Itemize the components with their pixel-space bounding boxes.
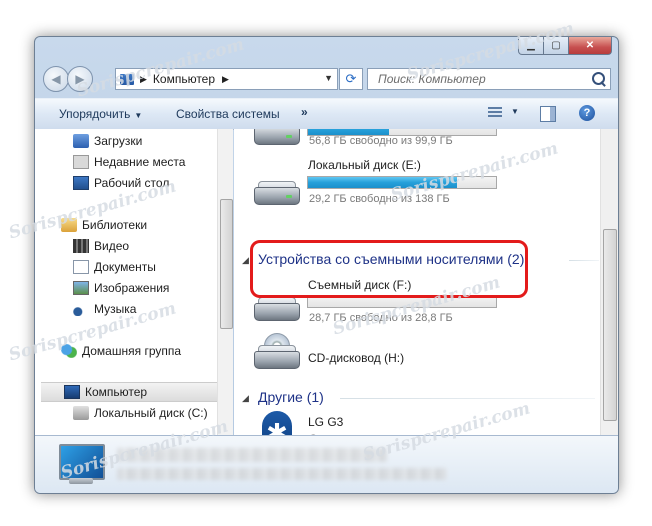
bluetooth-icon[interactable]: ✱ [262,411,292,435]
nav-item-label: Видео [94,239,130,253]
navigation-pane: Загрузки Недавние места Рабочий стол Биб… [35,129,233,435]
nav-item-label: Недавние места [94,155,186,169]
search-placeholder: Поиск: Компьютер [378,72,486,86]
chevron-down-icon: ▼ [134,111,143,120]
nav-item-label: Библиотеки [82,218,148,232]
forward-button[interactable]: ▶ [67,66,93,92]
nav-item-homegroup[interactable]: Домашняя группа [61,341,181,361]
caption-buttons: ▁ ▢ ✕ [518,37,612,55]
nav-item-music[interactable]: Музыка [73,299,136,319]
breadcrumb-separator-icon[interactable]: ▶ [140,74,147,85]
refresh-button[interactable]: ⟳ [339,68,363,90]
address-bar[interactable]: ▶ Компьютер ▶ ▼ [115,68,338,90]
nav-item-images[interactable]: Изображения [73,278,169,298]
nav-item-computer[interactable]: Компьютер [41,382,217,402]
desktop-icon [73,176,89,190]
back-button[interactable]: ◀ [43,66,69,92]
minimize-button[interactable]: ▁ [518,37,544,55]
nav-item-label: Рабочий стол [94,176,170,190]
removable-drive-icon[interactable] [254,297,300,321]
nav-item-downloads[interactable]: Загрузки [73,131,142,151]
details-pane [35,435,618,493]
libraries-icon [61,218,77,232]
organize-label: Упорядочить [59,107,131,121]
device-name[interactable]: LG G3 [308,415,343,429]
nav-item-desktop[interactable]: Рабочий стол [73,173,169,193]
nav-item-label: Изображения [94,281,170,295]
breadcrumb-separator-icon[interactable]: ▶ [222,74,229,85]
group-collapse-icon[interactable]: ◢ [242,255,249,266]
nav-item-label: Домашняя группа [82,344,182,358]
group-collapse-icon[interactable]: ◢ [242,393,249,404]
computer-monitor-icon [59,444,105,480]
view-dropdown-icon[interactable]: ▼ [511,107,519,116]
nav-item-libraries[interactable]: Библиотеки [61,215,147,235]
nav-item-label: Документы [94,260,156,274]
drive-free-space: 56,8 ГБ свободно из 99,9 ГБ [309,135,453,147]
hard-drive-icon[interactable] [254,129,300,145]
downloads-icon [73,134,89,148]
preview-pane-icon[interactable] [540,106,556,122]
nav-item-label: Загрузки [94,134,143,148]
organize-button[interactable]: Упорядочить ▼ [59,107,142,121]
recent-places-icon [73,155,89,169]
change-view-icon[interactable] [488,107,502,119]
nav-scroll-thumb[interactable] [220,199,233,329]
highlight-frame [250,240,528,298]
nav-item-documents[interactable]: Документы [73,257,156,277]
group-divider [569,260,599,261]
maximize-button[interactable]: ▢ [544,37,569,55]
arrow-right-icon: ▶ [75,72,85,86]
cd-drive-icon[interactable] [254,333,300,373]
drive-e-name[interactable]: Локальный диск (E:) [308,158,421,172]
group-divider [340,398,595,399]
nav-item-label: Музыка [94,302,137,316]
nav-scrollbar[interactable] [217,129,233,435]
drive-e-free-space: 29,2 ГБ свободно из 138 ГБ [309,193,450,205]
blurred-details [117,448,387,462]
nav-item-local-disk-c[interactable]: Локальный диск (C:) [73,403,208,423]
close-button[interactable]: ✕ [569,37,612,55]
computer-icon [64,385,80,399]
more-commands-button[interactable]: » [301,105,308,119]
nav-item-recent-places[interactable]: Недавние места [73,152,185,172]
video-icon [73,239,89,253]
drive-e-usage-bar [307,176,497,189]
monitor-stand [69,478,93,484]
content-scrollbar[interactable] [600,129,618,435]
nav-item-label: Компьютер [85,385,148,399]
command-bar: Упорядочить ▼ Свойства системы » ▼ ? [35,98,618,130]
refresh-icon: ⟳ [345,71,357,86]
music-icon [73,302,89,316]
content-scroll-thumb[interactable] [603,229,617,421]
system-properties-button[interactable]: Свойства системы [176,107,280,121]
documents-icon [73,260,89,274]
computer-icon [120,73,134,85]
address-dropdown-icon[interactable]: ▼ [324,73,333,83]
hard-drive-icon [73,406,89,420]
drive-f-free-space: 28,7 ГБ свободно из 28,8 ГБ [309,312,453,324]
drive-h-name[interactable]: CD-дисковод (H:) [308,351,404,365]
nav-item-label: Локальный диск (C:) [94,406,208,420]
arrow-left-icon: ◀ [51,72,61,86]
search-icon[interactable] [592,72,605,85]
breadcrumb-computer[interactable]: Компьютер [153,72,215,86]
nav-item-video[interactable]: Видео [73,236,129,256]
blurred-details [117,468,447,480]
homegroup-icon [61,344,77,358]
hard-drive-icon[interactable] [254,181,300,205]
group-header-other[interactable]: Другие (1) [258,389,324,405]
images-icon [73,281,89,295]
help-icon[interactable]: ? [579,105,595,121]
search-input[interactable]: Поиск: Компьютер [367,68,611,90]
